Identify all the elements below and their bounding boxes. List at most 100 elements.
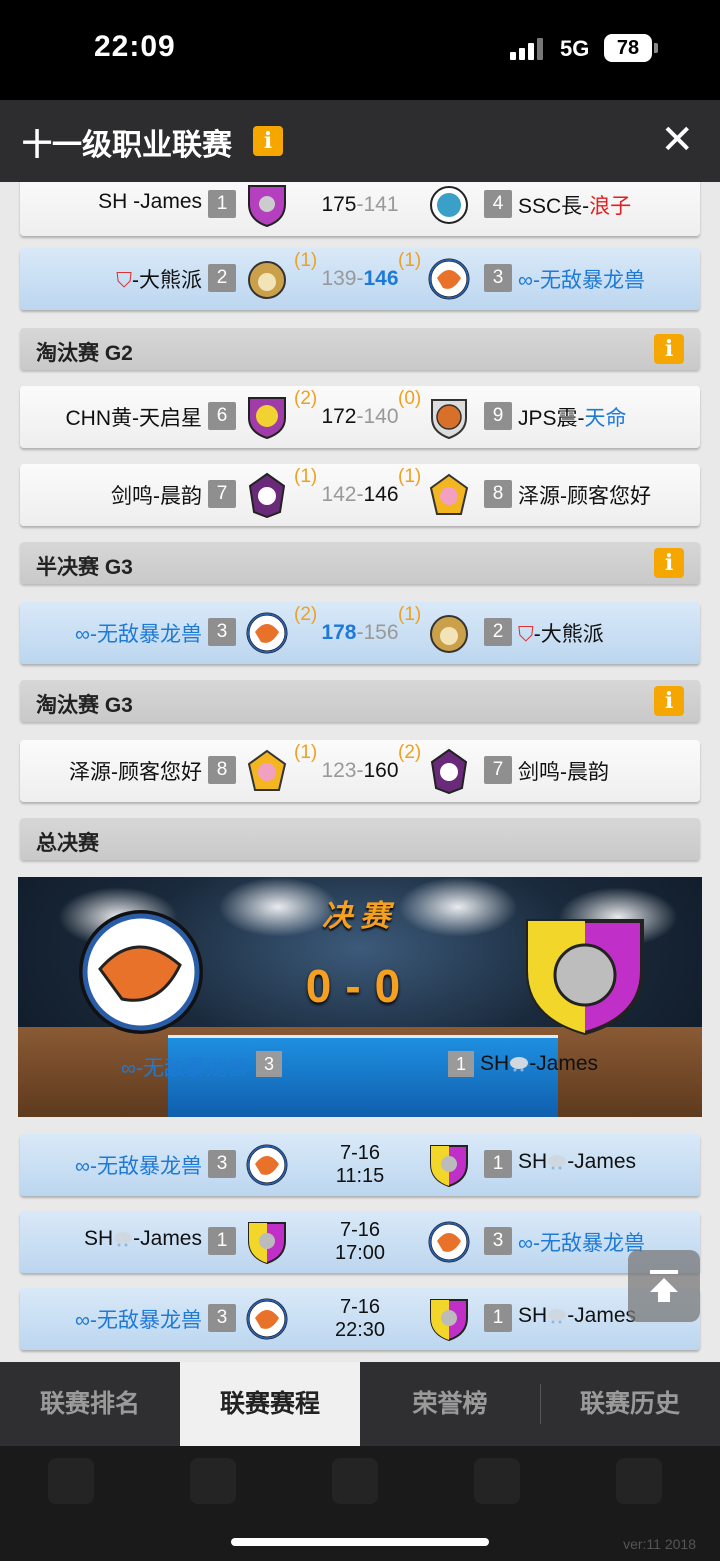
- final-banner[interactable]: 决赛 0-0 ∞-无敌暴龙兽 3 1 SH -James: [18, 877, 702, 1117]
- team-left: ∞-无敌暴龙兽: [75, 1309, 202, 1332]
- team-left: ⛉-大熊派: [116, 269, 202, 292]
- close-button[interactable]: ✕: [660, 118, 694, 162]
- section-header: 总决赛: [20, 818, 700, 860]
- series-right: (1): [398, 466, 422, 487]
- nav-ghost-icon: [474, 1458, 520, 1504]
- seed-left: 1: [208, 1227, 236, 1255]
- page-title: 十一级职业联赛: [22, 129, 232, 162]
- snow-cloud-icon: [548, 1309, 567, 1324]
- nav-ghost-icon: [190, 1458, 236, 1504]
- tab-league-history[interactable]: 联赛历史: [540, 1362, 720, 1446]
- signal-icon: [510, 38, 550, 60]
- game-row[interactable]: ∞-无敌暴龙兽 3 7-16 22:30 1 SH -James: [20, 1288, 700, 1350]
- game-row[interactable]: ∞-无敌暴龙兽 3 7-16 11:15 1 SH -James: [20, 1134, 700, 1196]
- dragon-logo-icon: [246, 1298, 288, 1340]
- dragon-logo-icon: [246, 612, 288, 654]
- dragon-logo-icon: [246, 1144, 288, 1186]
- dragon-logo-icon: [428, 1221, 470, 1263]
- snow-cloud-icon: [548, 1155, 567, 1170]
- seed-right: 7: [484, 756, 512, 784]
- game-datetime: 7-16 17:00: [334, 1219, 386, 1264]
- tab-league-schedule[interactable]: 联赛赛程: [180, 1362, 360, 1446]
- seed-right: 1: [484, 1150, 512, 1178]
- gorilla-shield-icon: [526, 919, 644, 1036]
- info-icon[interactable]: i: [654, 686, 684, 716]
- team-right: 剑鸣-晨韵: [518, 761, 609, 784]
- team-right: JPS震-天命: [518, 407, 627, 430]
- match-row[interactable]: CHN黄-天启星 6 (2) 172-140 (0) 9 JPS震-天命: [20, 386, 700, 448]
- pink-unicorn-icon: [247, 749, 287, 791]
- section-header: 淘汰赛 G2 i: [20, 328, 700, 370]
- nav-ghost-icon: [48, 1458, 94, 1504]
- basketball-shield-icon: [431, 399, 467, 440]
- team-right: ∞-无敌暴龙兽: [518, 1232, 645, 1255]
- seed-right: 2: [484, 618, 512, 646]
- tab-honor-roll[interactable]: 荣誉榜: [360, 1362, 540, 1446]
- team-left: 剑鸣-晨韵: [111, 485, 202, 508]
- match-row[interactable]: SH -James 1 175-141 4 SSC長-浪子: [20, 182, 700, 236]
- seed-right: 1: [484, 1304, 512, 1332]
- team-right: ∞-无敌暴龙兽: [518, 269, 645, 292]
- ball-logo-icon: [430, 186, 468, 224]
- final-team-right: SH -James: [480, 1052, 599, 1075]
- series-right: (1): [398, 250, 422, 271]
- seed-right: 8: [484, 480, 512, 508]
- shield-icon: ⛉: [116, 269, 132, 292]
- dragon-logo-icon: [79, 910, 203, 1034]
- info-icon[interactable]: i: [654, 334, 684, 364]
- dragon-logo-icon: [428, 258, 470, 300]
- team-left: SH -James: [83, 1227, 202, 1250]
- team-right: SH -James: [518, 1304, 637, 1327]
- pink-unicorn-icon: [429, 473, 469, 515]
- team-right: SH -James: [518, 1150, 637, 1173]
- seed-right: 3: [484, 1227, 512, 1255]
- schedule-list[interactable]: SH -James 1 175-141 4 SSC長-浪子 ⛉-大熊派 2 (1…: [0, 182, 720, 1362]
- scroll-to-top-button[interactable]: [628, 1250, 700, 1322]
- final-seed-right: 1: [448, 1051, 474, 1077]
- team-left: CHN黄-天启星: [65, 407, 203, 430]
- team-left: 泽源-顾客您好: [69, 761, 202, 784]
- section-label: 淘汰赛 G3: [36, 694, 133, 717]
- bear-logo-icon: [430, 615, 468, 653]
- match-row[interactable]: ⛉-大熊派 2 (1) 139-146 (1) 3 ∞-无敌暴龙兽: [20, 248, 700, 310]
- unicorn-logo-icon: [430, 748, 468, 794]
- team-left: SH -James: [98, 190, 202, 213]
- team-left: ∞-无敌暴龙兽: [75, 623, 202, 646]
- snow-cloud-icon: [114, 1232, 133, 1247]
- gorilla-shield-icon: [248, 185, 286, 228]
- section-header: 半决赛 G3 i: [20, 542, 700, 584]
- seed-left: 3: [208, 1150, 236, 1178]
- status-time: 22:09: [94, 30, 176, 63]
- game-row[interactable]: SH -James 1 7-16 17:00 3 ∞-无敌暴龙兽: [20, 1211, 700, 1273]
- match-row[interactable]: 剑鸣-晨韵 7 (1) 142-146 (1) 8 泽源-顾客您好: [20, 464, 700, 526]
- section-label: 总决赛: [36, 832, 99, 855]
- home-indicator[interactable]: [231, 1538, 489, 1546]
- gorilla-shield-icon: [430, 1145, 468, 1188]
- seed-right: 9: [484, 402, 512, 430]
- seed-right: 4: [484, 190, 512, 218]
- tab-league-ranking[interactable]: 联赛排名: [0, 1362, 180, 1446]
- match-row[interactable]: ∞-无敌暴龙兽 3 (2) 178-156 (1) 2 ⛉-大熊派: [20, 602, 700, 664]
- seed-left: 8: [208, 756, 236, 784]
- seed-left: 1: [208, 190, 236, 218]
- bear-shield-icon: [248, 397, 286, 440]
- info-icon[interactable]: i: [654, 548, 684, 578]
- version-label: ver:11 2018: [623, 1536, 696, 1552]
- seed-left: 3: [208, 1304, 236, 1332]
- gorilla-shield-icon: [430, 1299, 468, 1342]
- series-right: (1): [398, 604, 422, 625]
- seed-left: 3: [208, 618, 236, 646]
- network-type: 5G: [560, 36, 590, 61]
- section-label: 半决赛 G3: [36, 556, 133, 579]
- bear-logo-icon: [248, 261, 286, 299]
- snow-cloud-icon: [510, 1057, 529, 1072]
- tab-bar: 联赛排名 联赛赛程 荣誉榜 联赛历史: [0, 1362, 720, 1446]
- team-right: ⛉-大熊派: [518, 623, 604, 646]
- section-label: 淘汰赛 G2: [36, 342, 133, 365]
- info-icon[interactable]: i: [253, 126, 283, 156]
- final-team-left: ∞-无敌暴龙兽: [121, 1057, 248, 1080]
- page-header: 十一级职业联赛 i ✕: [0, 100, 720, 182]
- match-row[interactable]: 泽源-顾客您好 8 (1) 123-160 (2) 7 剑鸣-晨韵: [20, 740, 700, 802]
- team-left: ∞-无敌暴龙兽: [75, 1155, 202, 1178]
- match-score: 175-141: [321, 193, 399, 216]
